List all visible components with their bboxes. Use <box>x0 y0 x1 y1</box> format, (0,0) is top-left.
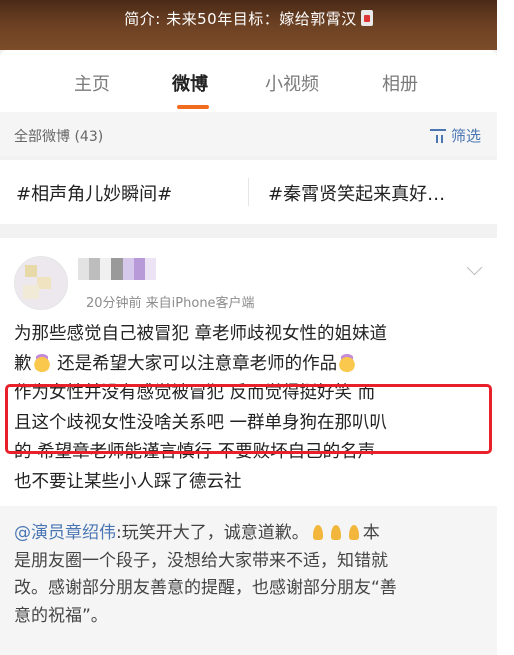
mention-link[interactable]: @演员章绍伟 <box>14 523 116 543</box>
post-line: 为那些感觉自己被冒犯 章老师歧视女性的姐妹道 <box>14 324 388 344</box>
repost-line-part: 本 <box>362 523 380 543</box>
post-line: 歉 还是希望大家可以注意章老师的作品 <box>14 350 490 380</box>
filter-bar: 全部微博 (43) 筛选 <box>0 112 497 156</box>
praying-hands-icon <box>328 524 344 541</box>
avatar[interactable] <box>14 256 68 310</box>
red-highlight-box <box>5 384 492 454</box>
bowing-woman-emoji-icon <box>32 353 51 372</box>
hashtag-item[interactable]: #相声角儿妙瞬间# <box>16 180 172 206</box>
phone-icon <box>360 10 373 26</box>
filter-button[interactable]: 筛选 <box>429 125 481 146</box>
hashtag-item[interactable]: #秦霄贤笑起来真好… <box>268 180 445 206</box>
tab-home[interactable]: 主页 <box>74 70 110 96</box>
post-card: 20分钟前 来自iPhone客户端 为那些感觉自己被冒犯 章老师歧视女性的姐妹道… <box>0 238 497 655</box>
profile-banner: 简介: 未来50年目标：嫁给郭霄汉 <box>0 0 497 50</box>
profile-intro: 简介: 未来50年目标：嫁给郭霄汉 <box>124 8 373 29</box>
divider <box>248 178 249 206</box>
praying-hands-icon <box>310 524 326 541</box>
repost-line: 意的祝福”。 <box>14 605 108 626</box>
profile-tabs: 主页 微博 小视频 相册 <box>0 50 497 112</box>
tab-album[interactable]: 相册 <box>382 70 418 96</box>
active-tab-indicator <box>177 105 209 109</box>
repost-line: 是朋友圈一个段子，没想给大家带来不适，知错就 <box>14 550 388 571</box>
hashtag-row: #相声角儿妙瞬间# #秦霄贤笑起来真好… <box>0 160 497 224</box>
reposted-content[interactable]: @演员章绍伟:玩笑开大了，诚意道歉。 本 是朋友圈一个段子，没想给大家带来不适，知… <box>0 506 497 655</box>
repost-line: 改。感谢部分朋友善意的提醒，也感谢部分朋友“善 <box>14 578 397 598</box>
right-margin <box>497 0 514 655</box>
username-blurred[interactable] <box>78 258 156 280</box>
repost-text: @演员章绍伟:玩笑开大了，诚意道歉。 本 是朋友圈一个段子，没想给大家带来不适，知… <box>14 520 484 630</box>
post-line-part: 还是希望大家可以注意章老师的作品 <box>57 353 338 374</box>
filter-label: 筛选 <box>450 127 481 145</box>
repost-line: @演员章绍伟:玩笑开大了，诚意道歉。 本 <box>14 520 484 548</box>
post-line-part: 歉 <box>14 353 32 374</box>
profile-intro-text: 简介: 未来50年目标：嫁给郭霄汉 <box>124 10 357 28</box>
praying-hands-icon <box>346 524 362 541</box>
post-meta: 20分钟前 来自iPhone客户端 <box>86 296 255 311</box>
post-line: 也不要让某些小人踩了德云社 <box>14 471 242 492</box>
weibo-profile-page: 简介: 未来50年目标：嫁给郭霄汉 主页 微博 小视频 相册 全部微博 (43)… <box>0 0 497 655</box>
chevron-down-icon[interactable] <box>466 259 483 276</box>
tab-weibo[interactable]: 微博 <box>172 70 208 96</box>
filter-icon <box>429 128 448 143</box>
repost-line-part: :玩笑开大了，诚意道歉。 <box>116 523 309 543</box>
all-posts-count: 全部微博 (43) <box>14 129 104 145</box>
bowing-woman-emoji-icon <box>338 353 357 372</box>
tab-short-video[interactable]: 小视频 <box>265 70 319 96</box>
